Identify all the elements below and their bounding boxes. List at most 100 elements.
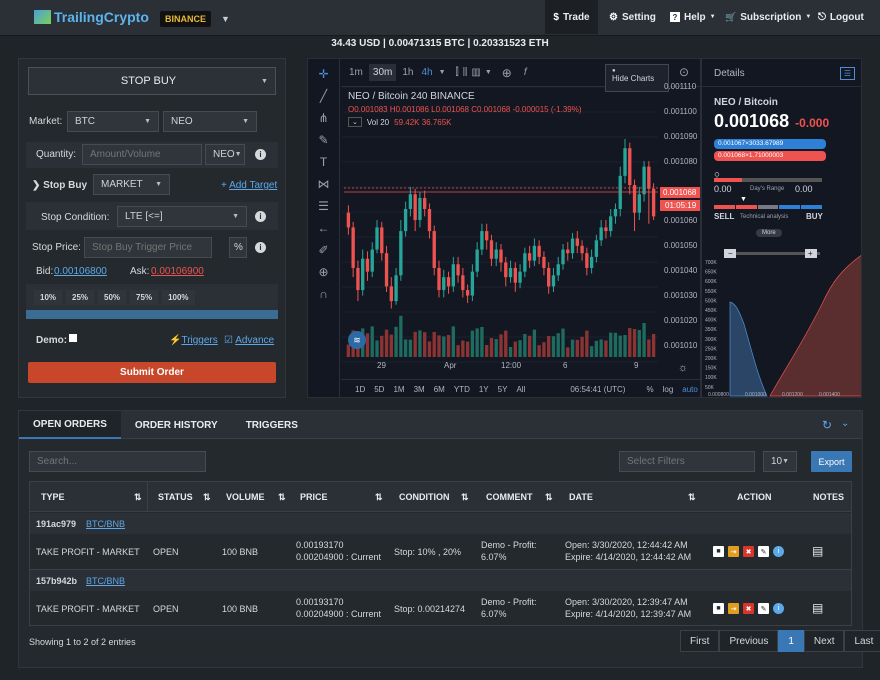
condition-select[interactable]: LTE [<=] ▼ <box>117 206 247 227</box>
chevron-down-icon[interactable]: ▼ <box>485 69 492 76</box>
scale-percent[interactable]: % <box>646 385 653 394</box>
advance-link[interactable]: ☑ Advance <box>224 335 274 346</box>
info-icon[interactable]: i <box>255 242 266 253</box>
group-pair-link[interactable]: BTC/BNB <box>86 518 125 530</box>
crosshair-icon[interactable]: ✛ <box>318 67 328 81</box>
chevron-down-icon[interactable]: ▼ <box>439 69 446 76</box>
price-chart[interactable]: ✛ ╱ ⋔ ✎ T ⋈ ☰ ← ✐ ⊕ ∩ 1m 30m 1h 4h ▼ ⫿ ⫼… <box>307 58 701 398</box>
order-type-select[interactable]: STOP BUY ▼ <box>28 67 276 95</box>
edit-order-icon[interactable]: ⇥ <box>728 603 739 614</box>
fib-icon[interactable]: ☰ <box>318 199 329 213</box>
tab-order-history[interactable]: ORDER HISTORY <box>121 411 232 439</box>
interval-30m[interactable]: 30m <box>368 64 397 81</box>
cancel-order-icon[interactable]: ✖ <box>743 546 754 557</box>
header-type[interactable]: TYPE <box>41 492 65 502</box>
indicators-icon[interactable]: f <box>524 67 527 78</box>
edit-order-icon[interactable]: ⇥ <box>728 546 739 557</box>
filter-input[interactable] <box>619 451 755 472</box>
ruler-icon[interactable]: ✐ <box>318 243 328 257</box>
sort-icon[interactable]: ⇅ <box>134 492 142 503</box>
pattern-icon[interactable]: ⋈ <box>318 177 330 191</box>
info-icon[interactable]: i <box>773 546 784 557</box>
percent-10-button[interactable]: 10% <box>34 289 63 305</box>
text-tool-icon[interactable]: T <box>320 155 327 169</box>
settings-gear-icon[interactable]: ☼ <box>678 362 688 374</box>
collapse-icon[interactable]: ⌄ <box>841 418 849 429</box>
pause-icon[interactable]: ■ <box>713 546 724 557</box>
modify-icon[interactable]: ✎ <box>758 603 769 614</box>
percent-75-button[interactable]: 75% <box>130 289 159 305</box>
range-1y[interactable]: 1Y <box>479 385 489 394</box>
header-date[interactable]: DATE <box>569 492 593 502</box>
back-arrow-icon[interactable]: ← <box>318 221 330 235</box>
compare-icon[interactable]: ⊕ <box>502 66 512 80</box>
demo-checkbox[interactable] <box>69 334 77 342</box>
quantity-unit-select[interactable]: NEO ▼ <box>205 144 245 165</box>
chart-type-icon[interactable]: ▥ <box>471 67 480 78</box>
quantity-input[interactable] <box>82 144 202 165</box>
cancel-order-icon[interactable]: ✖ <box>743 603 754 614</box>
page-previous[interactable]: Previous <box>719 630 779 652</box>
header-price[interactable]: PRICE <box>300 492 328 502</box>
notes-icon[interactable]: ▤ <box>812 544 823 558</box>
list-icon[interactable]: ☰ <box>840 67 855 80</box>
zoom-icon[interactable]: ⊕ <box>318 265 328 279</box>
amount-slider[interactable] <box>26 310 278 319</box>
app-logo[interactable]: TrailingCrypto <box>34 9 149 25</box>
search-input[interactable] <box>29 451 206 472</box>
range-1d[interactable]: 1D <box>355 385 365 394</box>
submit-order-button[interactable]: Submit Order <box>28 362 276 383</box>
range-ytd[interactable]: YTD <box>454 385 470 394</box>
interval-4h[interactable]: 4h <box>419 64 434 81</box>
interval-1m[interactable]: 1m <box>347 64 365 81</box>
scale-log[interactable]: log <box>663 385 674 394</box>
percent-25-button[interactable]: 25% <box>66 289 95 305</box>
refresh-icon[interactable]: ↻ <box>822 418 832 432</box>
percent-100-button[interactable]: 100% <box>162 289 195 305</box>
page-last[interactable]: Last <box>844 630 880 652</box>
header-volume[interactable]: VOLUME <box>226 492 265 502</box>
range-5d[interactable]: 5D <box>374 385 384 394</box>
range-1m[interactable]: 1M <box>393 385 404 394</box>
range-all[interactable]: All <box>516 385 525 394</box>
info-icon[interactable]: i <box>255 211 266 222</box>
base-market-select[interactable]: BTC ▼ <box>67 111 159 132</box>
sort-icon[interactable]: ⇅ <box>375 492 383 503</box>
nav-subscription[interactable]: 🛒 Subscription ▼ <box>725 0 811 34</box>
modify-icon[interactable]: ✎ <box>758 546 769 557</box>
range-5y[interactable]: 5Y <box>498 385 508 394</box>
nav-logout[interactable]: ⎋ Logout <box>818 0 864 34</box>
notes-icon[interactable]: ▤ <box>812 601 823 615</box>
sort-icon[interactable]: ⇅ <box>278 492 286 503</box>
more-button[interactable]: More <box>756 229 782 237</box>
page-size-select[interactable]: 10 ▼ <box>763 451 797 472</box>
pitchfork-icon[interactable]: ⋔ <box>318 111 328 125</box>
header-comment[interactable]: COMMENT <box>486 492 533 502</box>
sort-icon[interactable]: ⇅ <box>545 492 553 503</box>
sort-icon[interactable]: ⇅ <box>203 492 211 503</box>
info-icon[interactable]: i <box>773 603 784 614</box>
add-target-link[interactable]: + Add Target <box>221 180 277 191</box>
sort-icon[interactable]: ⇅ <box>688 492 696 503</box>
range-6m[interactable]: 6M <box>434 385 445 394</box>
page-first[interactable]: First <box>680 630 720 652</box>
candle-style-icon[interactable]: ⫼ <box>463 67 468 78</box>
camera-icon[interactable]: ⊙ <box>679 65 689 79</box>
percent-toggle[interactable]: % <box>229 237 247 258</box>
nav-setting[interactable]: ⚙ Setting <box>609 0 656 34</box>
collapse-icon[interactable]: ⌄ <box>348 117 362 127</box>
stop-price-input[interactable] <box>84 237 212 258</box>
bid-price-link[interactable]: 0.00106800 <box>54 266 107 277</box>
stop-buy-type-select[interactable]: MARKET ▼ <box>93 174 170 195</box>
stop-buy-toggle[interactable]: ❯ Stop Buy <box>32 180 87 191</box>
ask-price-link[interactable]: 0.00106900 <box>151 266 204 277</box>
scale-auto[interactable]: auto <box>682 385 698 394</box>
magnet-icon[interactable]: ∩ <box>319 287 328 301</box>
exchange-selector[interactable]: BINANCE ▼ <box>160 9 240 29</box>
percent-50-button[interactable]: 50% <box>98 289 127 305</box>
tradingview-logo-icon[interactable]: ≋ <box>348 331 366 349</box>
trendline-icon[interactable]: ╱ <box>320 89 327 103</box>
export-button[interactable]: Export <box>811 451 852 472</box>
triggers-link[interactable]: ⚡Triggers <box>169 335 218 346</box>
pause-icon[interactable]: ■ <box>713 603 724 614</box>
